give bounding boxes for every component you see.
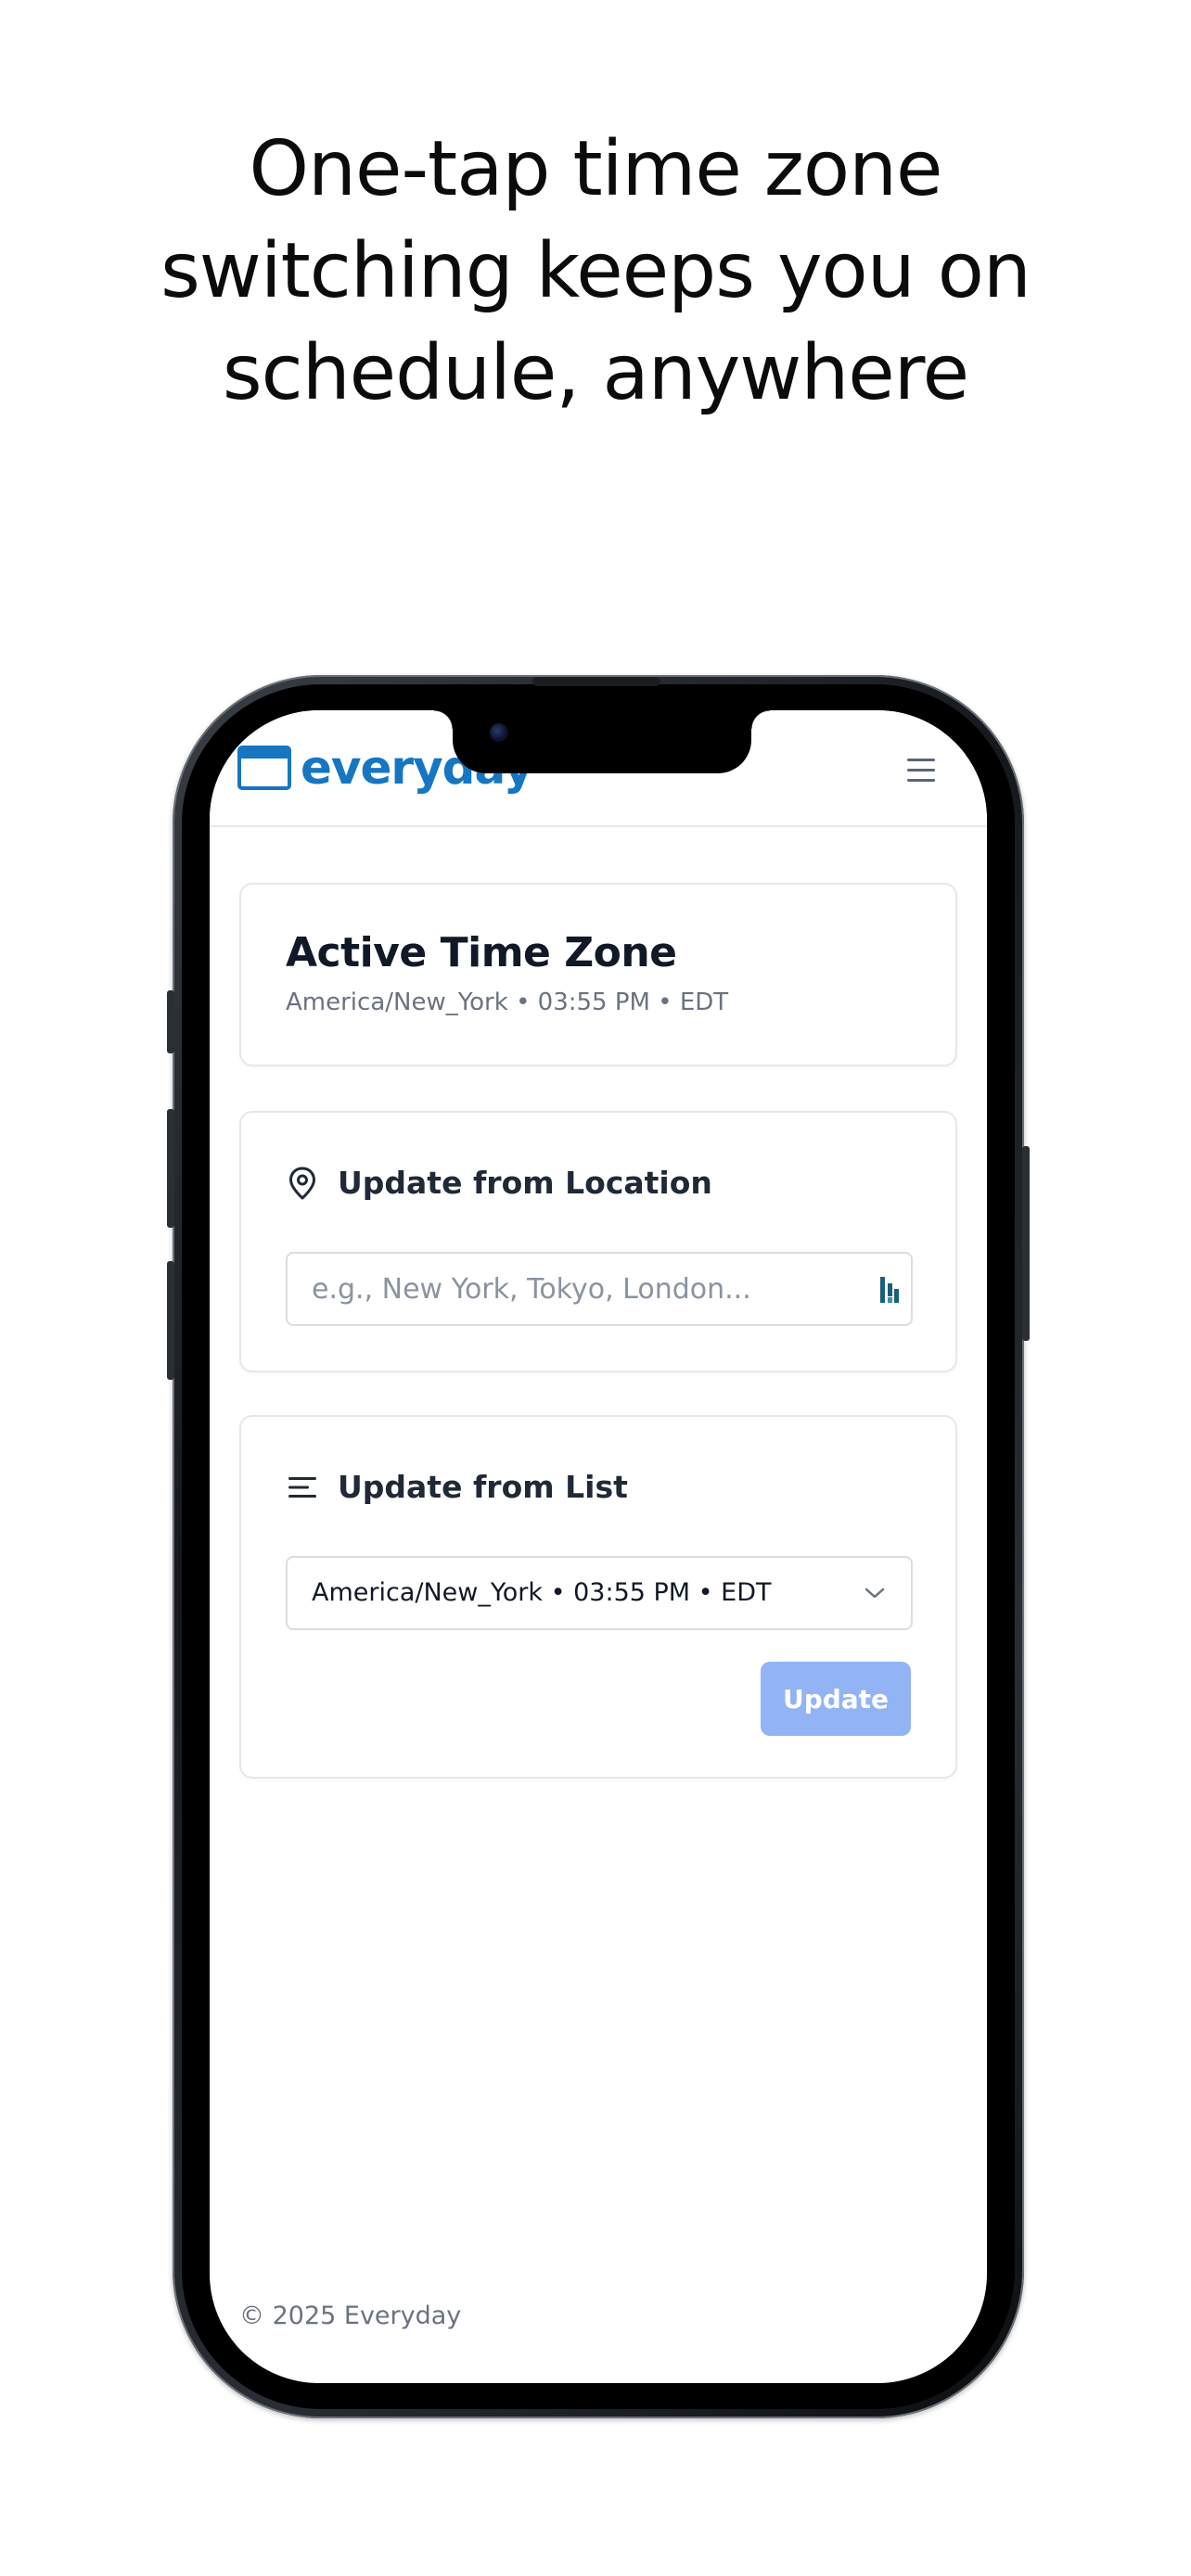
- footer-copyright: © 2025 Everyday: [239, 2302, 462, 2330]
- volume-up-button: [167, 1109, 174, 1228]
- silent-switch: [167, 990, 174, 1053]
- time-zone-select[interactable]: America/New_York • 03:55 PM • EDT: [286, 1556, 913, 1630]
- menu-bar: [907, 769, 935, 772]
- active-zone-summary: America/New_York • 03:55 PM • EDT: [286, 988, 729, 1016]
- section-title: Update from Location: [338, 1165, 712, 1201]
- power-button: [1022, 1146, 1030, 1341]
- map-pin-icon: [286, 1167, 319, 1200]
- headline-line-2: switching keeps you on: [160, 227, 1031, 315]
- section-title: Update from List: [338, 1469, 628, 1505]
- selected-time-zone: America/New_York • 03:55 PM • EDT: [312, 1578, 772, 1607]
- section-header: Update from Location: [286, 1165, 712, 1201]
- headline-line-1: One-tap time zone: [249, 125, 942, 213]
- notch: [434, 710, 770, 773]
- menu-bar: [907, 779, 935, 782]
- headline-line-3: schedule, anywhere: [222, 329, 969, 417]
- location-search-input[interactable]: [288, 1254, 844, 1324]
- phone-screen: everyday Active Time Zone America/New_Yo…: [210, 710, 987, 2383]
- section-header: Update from List: [286, 1469, 628, 1505]
- active-time-zone-card: Active Time Zone America/New_York • 03:5…: [239, 883, 957, 1066]
- autofill-extension-icon[interactable]: [879, 1274, 902, 1306]
- earpiece-speaker: [532, 677, 660, 686]
- card-title: Active Time Zone: [286, 929, 677, 976]
- volume-down-button: [167, 1261, 174, 1380]
- front-camera: [490, 723, 508, 742]
- hamburger-menu-icon[interactable]: [907, 759, 939, 784]
- menu-bar: [907, 759, 935, 761]
- marketing-headline: One-tap time zone switching keeps you on…: [0, 119, 1191, 425]
- chevron-down-icon: [863, 1584, 887, 1602]
- update-from-location-card: Update from Location: [239, 1111, 957, 1372]
- phone-frame: everyday Active Time Zone America/New_Yo…: [167, 675, 1030, 2418]
- list-icon: [286, 1471, 319, 1504]
- location-input-container: [286, 1252, 913, 1326]
- update-from-list-card: Update from List America/New_York • 03:5…: [239, 1415, 957, 1779]
- update-button[interactable]: Update: [761, 1662, 911, 1736]
- browser-window-icon: [237, 746, 291, 790]
- page: One-tap time zone switching keeps you on…: [0, 0, 1191, 2576]
